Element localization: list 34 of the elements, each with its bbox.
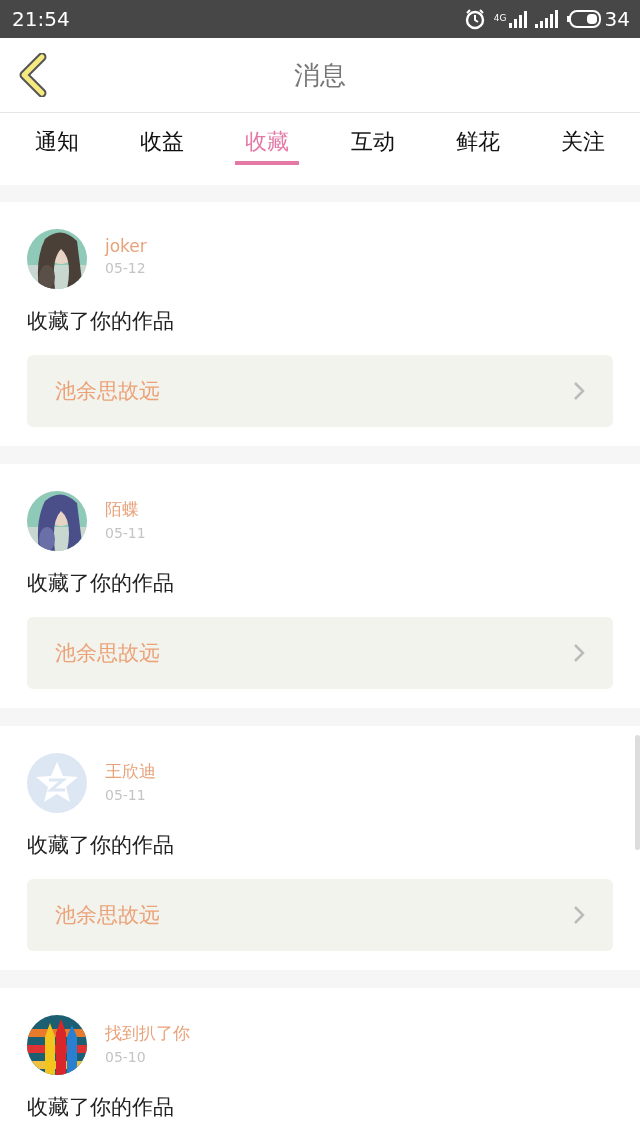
message-text: 收藏了你的作品 [27,832,175,859]
alarm-icon [463,8,486,30]
chevron-right-icon [573,643,585,663]
tab[interactable]: 通知 [24,113,89,165]
work-link[interactable]: 池余思故远 [27,879,613,951]
message-text: 收藏了你的作品 [27,308,175,335]
message-date: 05-11 [105,525,146,541]
back-icon[interactable] [18,53,48,97]
network-type: 4G [493,13,507,23]
battery-icon [566,10,601,28]
battery-level: 34 [604,7,630,31]
tab[interactable]: 收益 [130,113,194,165]
message-text: 收藏了你的作品 [27,1094,175,1121]
user-name[interactable]: joker [105,236,147,256]
tab[interactable]: 鲜花 [445,113,510,165]
tab[interactable]: 互动 [340,113,405,165]
user-name[interactable]: 陌蝶 [105,498,146,521]
chevron-right-icon [573,905,585,925]
chevron-right-icon [573,381,585,401]
message-date: 05-10 [105,1049,147,1065]
message-date: 05-12 [105,260,147,276]
signal-icon [508,10,527,28]
message-date: 05-11 [105,787,147,803]
work-link[interactable]: 池余思故远 [27,355,613,427]
page-title: 消息 [294,58,346,92]
tab[interactable]: 关注 [551,113,616,165]
signal-icon [534,10,559,28]
default-avatar-icon [27,753,87,813]
user-name[interactable]: 找到扒了你 [105,1022,190,1045]
work-link[interactable]: 池余思故远 [27,617,613,689]
user-name[interactable]: 王欣迪 [105,760,156,783]
clock-time: 21:54 [12,7,70,31]
tab[interactable]: 收藏 [235,113,300,165]
message-text: 收藏了你的作品 [27,570,175,597]
